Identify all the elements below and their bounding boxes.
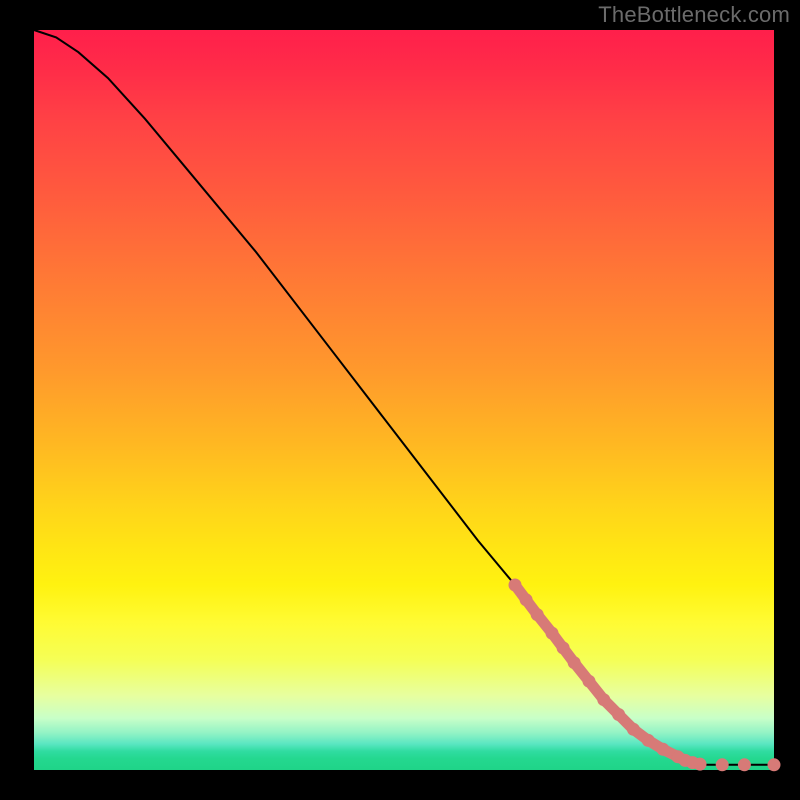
highlight-dot	[694, 758, 706, 770]
highlight-dot	[768, 759, 780, 771]
highlight-dot	[716, 759, 728, 771]
highlight-dots-group	[509, 579, 780, 771]
main-curve	[34, 30, 700, 765]
watermark-text: TheBottleneck.com	[598, 2, 790, 28]
chart-stage: TheBottleneck.com	[0, 0, 800, 800]
highlight-dot	[738, 759, 750, 771]
chart-overlay	[34, 30, 774, 770]
